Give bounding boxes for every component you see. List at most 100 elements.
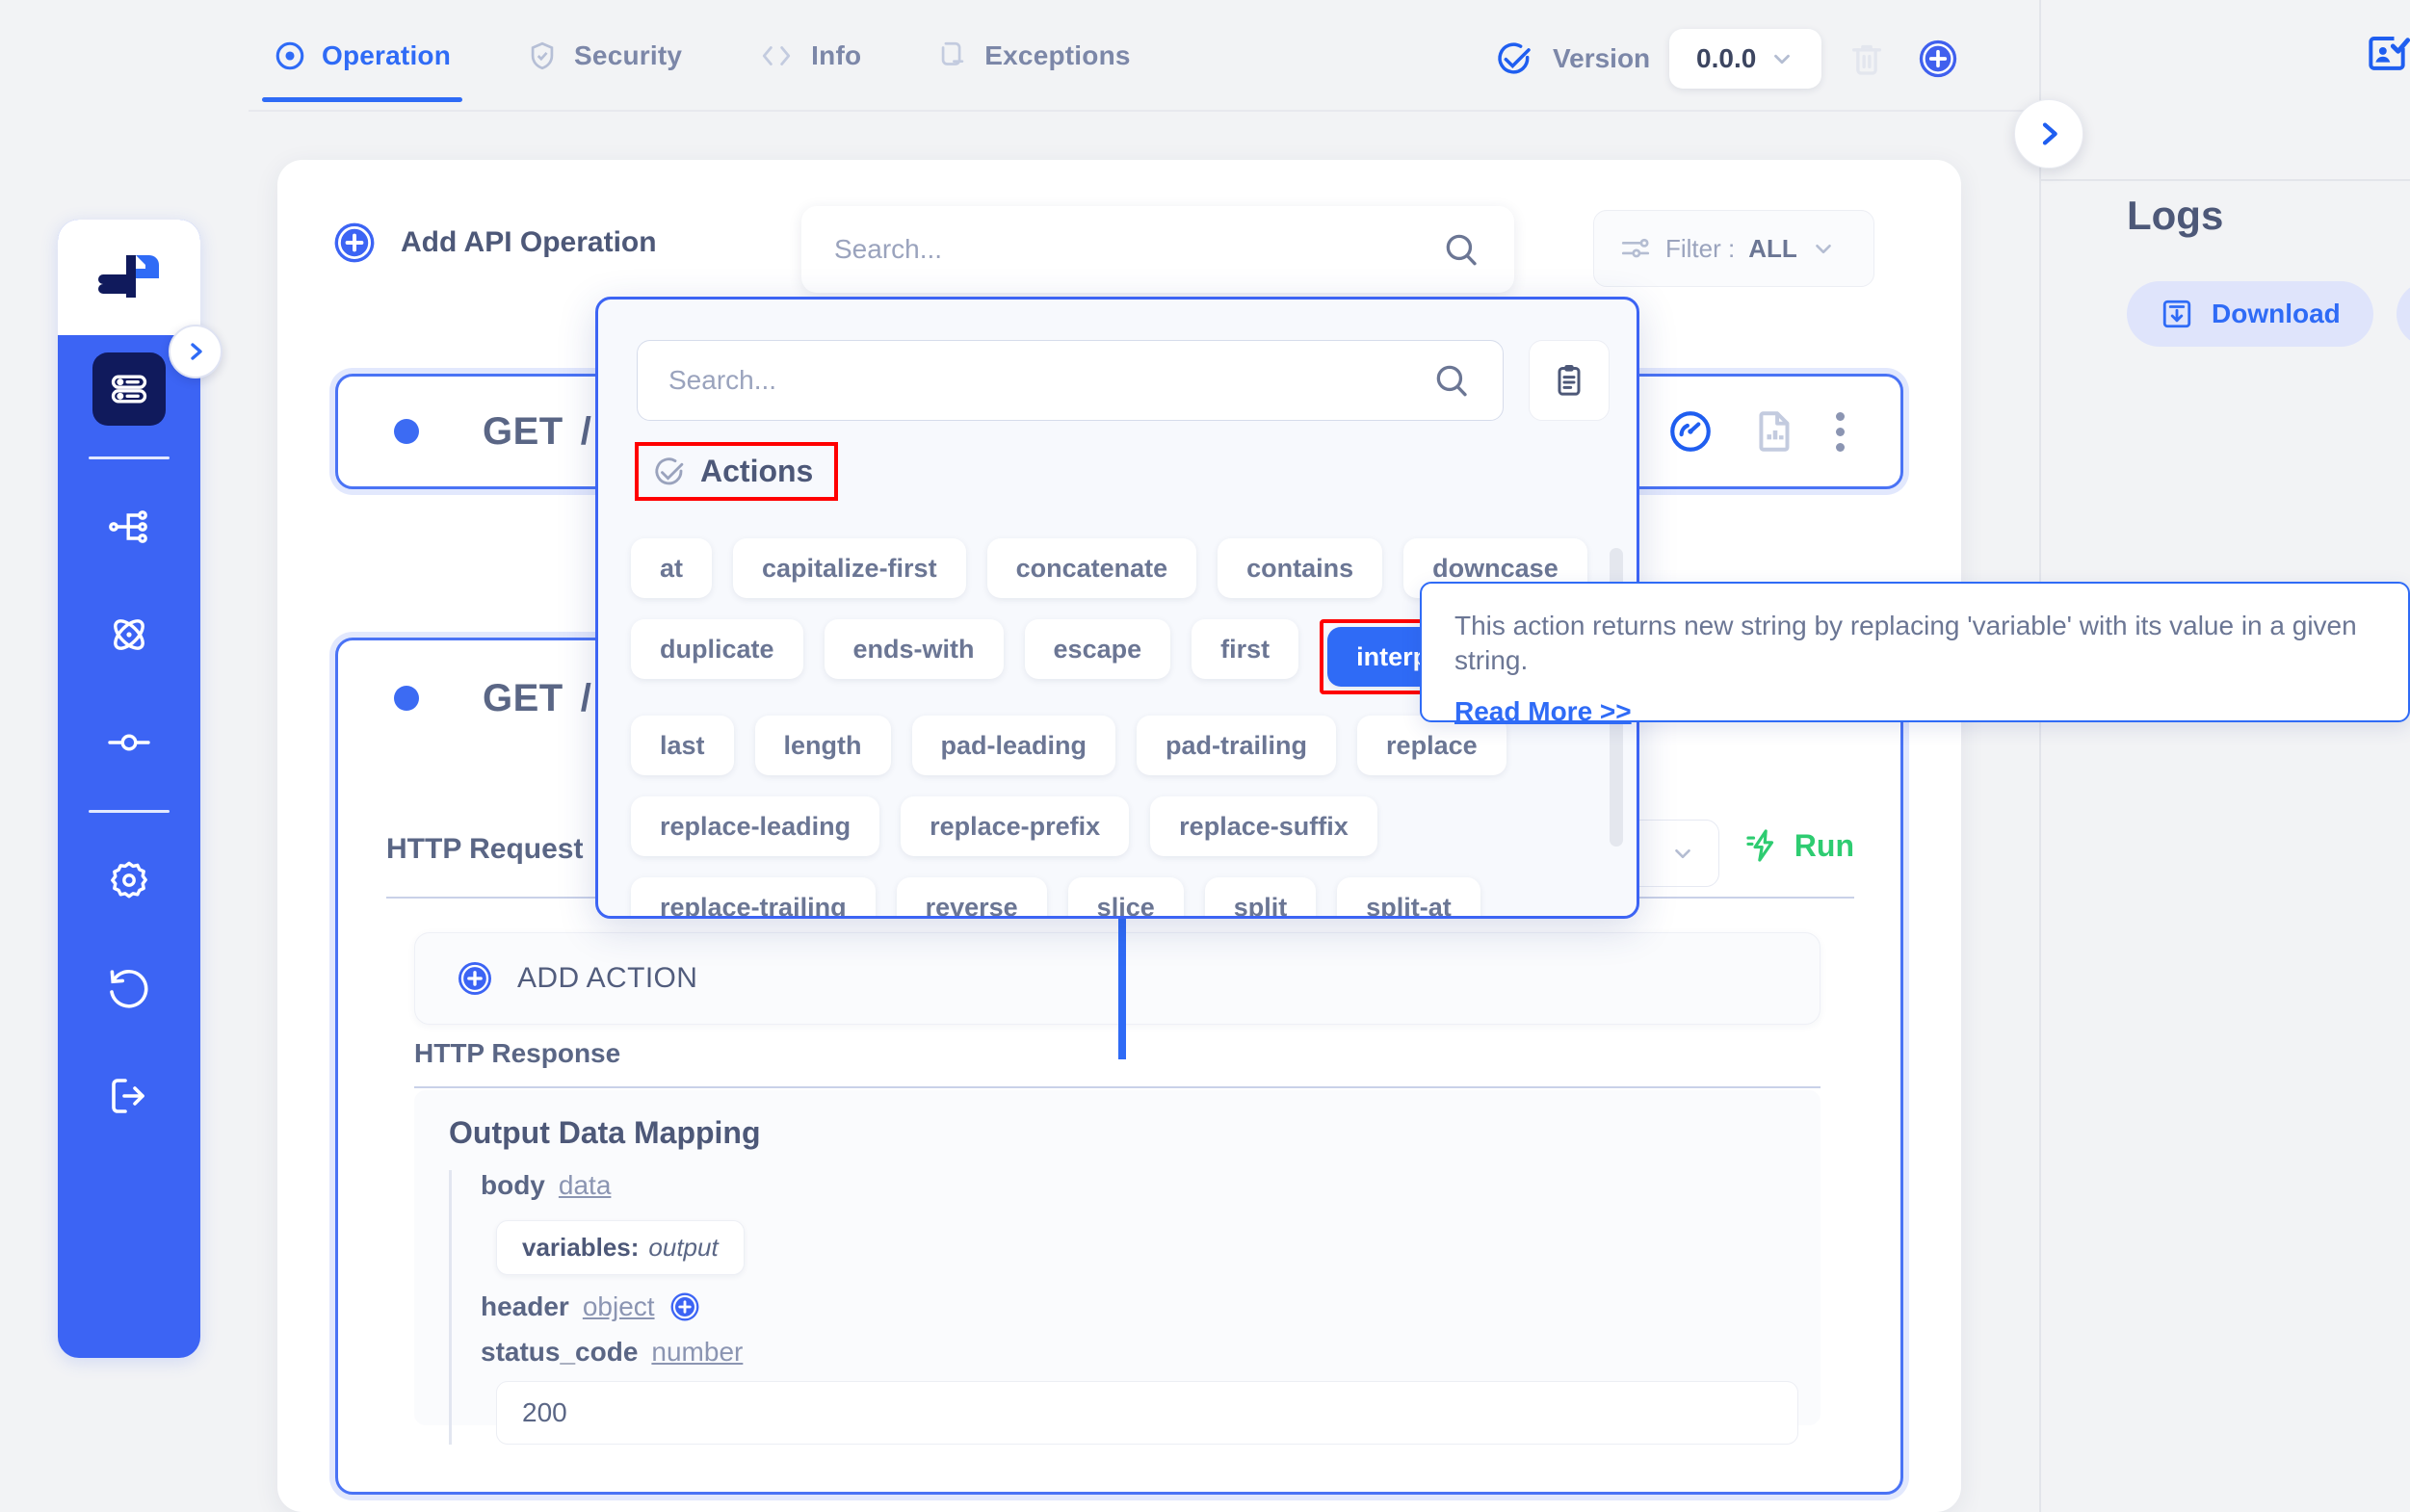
plus-circle-icon[interactable] xyxy=(668,1290,701,1323)
operation-card-actions xyxy=(1666,407,1845,456)
sidebar-item-workflow[interactable] xyxy=(58,473,200,581)
add-api-operation-label: Add API Operation xyxy=(401,226,657,258)
action-chip[interactable]: ends-with xyxy=(824,619,1004,679)
field-status-code-type[interactable]: number xyxy=(651,1337,743,1368)
delete-version-button[interactable] xyxy=(1841,33,1893,85)
add-version-button[interactable] xyxy=(1912,33,1964,85)
field-body-key: body xyxy=(481,1170,545,1200)
logs-secondary-button[interactable] xyxy=(2396,281,2410,347)
output-data-mapping-title: Output Data Mapping xyxy=(449,1115,761,1150)
plus-circle-icon xyxy=(1920,39,1957,78)
download-logs-button[interactable]: Download xyxy=(2127,281,2373,347)
license-card-icon xyxy=(2369,36,2410,70)
brand-logo-icon[interactable] xyxy=(58,220,200,335)
sidebar-item-settings[interactable] xyxy=(58,826,200,934)
add-action-button[interactable]: ADD ACTION xyxy=(414,932,1821,1025)
sidebar-divider-2 xyxy=(89,810,170,813)
top-bar: Operation Security Info Exceptions Versi… xyxy=(249,0,2410,112)
operation-method: GET xyxy=(483,409,563,453)
filter-label: Filter : xyxy=(1665,233,1736,263)
right-panel-divider xyxy=(2039,0,2041,1512)
gauge-icon[interactable] xyxy=(1666,407,1715,456)
field-header: header object xyxy=(481,1290,1786,1323)
field-status-code: status_code number xyxy=(481,1337,1786,1368)
action-chip[interactable]: slice xyxy=(1067,877,1184,916)
field-body: body data xyxy=(481,1170,1786,1201)
operation-search-input[interactable]: Search... xyxy=(801,206,1514,293)
run-button[interactable]: Run xyxy=(1744,827,1854,864)
magnifier-icon[interactable] xyxy=(1431,360,1472,401)
http-response-label: HTTP Response xyxy=(414,1038,621,1068)
action-chip[interactable]: concatenate xyxy=(986,538,1197,598)
add-api-operation-button[interactable]: Add API Operation xyxy=(331,220,657,266)
read-more-link[interactable]: Read More >> xyxy=(1454,696,1632,727)
license-info[interactable]: License Unlicensed xyxy=(2363,21,2410,85)
field-header-key: header xyxy=(481,1291,569,1321)
kebab-menu-icon[interactable] xyxy=(1836,411,1845,452)
action-chip[interactable]: split xyxy=(1204,877,1317,916)
clipboard-icon xyxy=(1558,365,1581,396)
action-chip[interactable]: replace-leading xyxy=(631,796,880,856)
sidebar-toggle-button[interactable] xyxy=(169,325,223,378)
logs-header-divider xyxy=(2039,179,2410,181)
action-chip[interactable]: pad-trailing xyxy=(1137,716,1337,775)
status-dot xyxy=(394,686,419,711)
action-chip[interactable]: capitalize-first xyxy=(733,538,966,598)
logs-panel-toggle-button[interactable] xyxy=(2014,99,2083,169)
download-box-icon xyxy=(2162,300,2191,328)
action-tooltip: This action returns new string by replac… xyxy=(1420,582,2410,726)
trash-icon xyxy=(1852,44,1882,75)
action-chip[interactable]: length xyxy=(754,716,891,775)
download-logs-label: Download xyxy=(2212,299,2341,328)
status-code-input[interactable]: 200 xyxy=(496,1381,1798,1445)
tab-info[interactable]: Info xyxy=(751,19,867,92)
filter-select[interactable]: Filter : ALL xyxy=(1593,210,1874,287)
plus-circle-icon xyxy=(458,962,491,995)
action-chip[interactable]: first xyxy=(1192,619,1299,679)
actions-search-placeholder: Search... xyxy=(668,365,777,395)
paste-from-clipboard-button[interactable] xyxy=(1529,340,1610,421)
database-icon xyxy=(111,375,147,404)
http-request-label: HTTP Request xyxy=(386,833,584,865)
add-action-label: ADD ACTION xyxy=(517,962,698,994)
action-chip[interactable]: pad-leading xyxy=(911,716,1116,775)
sidebar-item-integrations[interactable] xyxy=(58,581,200,689)
magnifier-icon[interactable] xyxy=(1441,229,1481,270)
history-icon xyxy=(110,970,148,1008)
output-data-mapping: Output Data Mapping body data variables:… xyxy=(414,1090,1821,1445)
status-dot xyxy=(394,419,419,444)
field-header-type[interactable]: object xyxy=(583,1291,655,1322)
action-chip[interactable]: replace-prefix xyxy=(901,796,1130,856)
action-chip[interactable]: last xyxy=(631,716,734,775)
action-chip[interactable]: replace-trailing xyxy=(631,877,876,916)
field-body-type[interactable]: data xyxy=(559,1170,612,1201)
variables-chip[interactable]: variables: output xyxy=(496,1220,745,1275)
action-chip[interactable]: replace-suffix xyxy=(1150,796,1377,856)
tab-security[interactable]: Security xyxy=(520,19,688,92)
document-chart-icon[interactable] xyxy=(1751,407,1799,456)
actions-search-input[interactable]: Search... xyxy=(637,340,1504,421)
variables-chip-value: output xyxy=(648,1233,719,1262)
check-circle-icon xyxy=(655,456,684,484)
action-chip[interactable]: at xyxy=(631,538,713,598)
tab-operation[interactable]: Operation xyxy=(261,19,463,102)
shield-check-icon xyxy=(531,41,554,70)
run-label: Run xyxy=(1794,827,1854,863)
version-select[interactable]: 0.0.0 xyxy=(1669,29,1822,89)
sidebar-item-connections[interactable] xyxy=(58,689,200,796)
tab-exceptions[interactable]: Exceptions xyxy=(930,19,1136,92)
operation-path: / xyxy=(580,676,592,719)
action-chip[interactable]: reverse xyxy=(896,877,1047,916)
check-circle-icon xyxy=(1498,42,1531,74)
action-chip[interactable]: escape xyxy=(1024,619,1171,679)
action-chip[interactable]: split-at xyxy=(1337,877,1480,916)
target-icon xyxy=(275,41,304,70)
sliders-icon xyxy=(1621,238,1650,258)
action-chip[interactable]: duplicate xyxy=(631,619,803,679)
sidebar-item-logout[interactable] xyxy=(58,1042,200,1150)
tab-exceptions-label: Exceptions xyxy=(984,40,1131,70)
operation-method: GET xyxy=(483,676,563,719)
action-chip[interactable]: contains xyxy=(1218,538,1383,598)
gear-icon xyxy=(111,861,147,899)
sidebar-item-history[interactable] xyxy=(58,934,200,1042)
